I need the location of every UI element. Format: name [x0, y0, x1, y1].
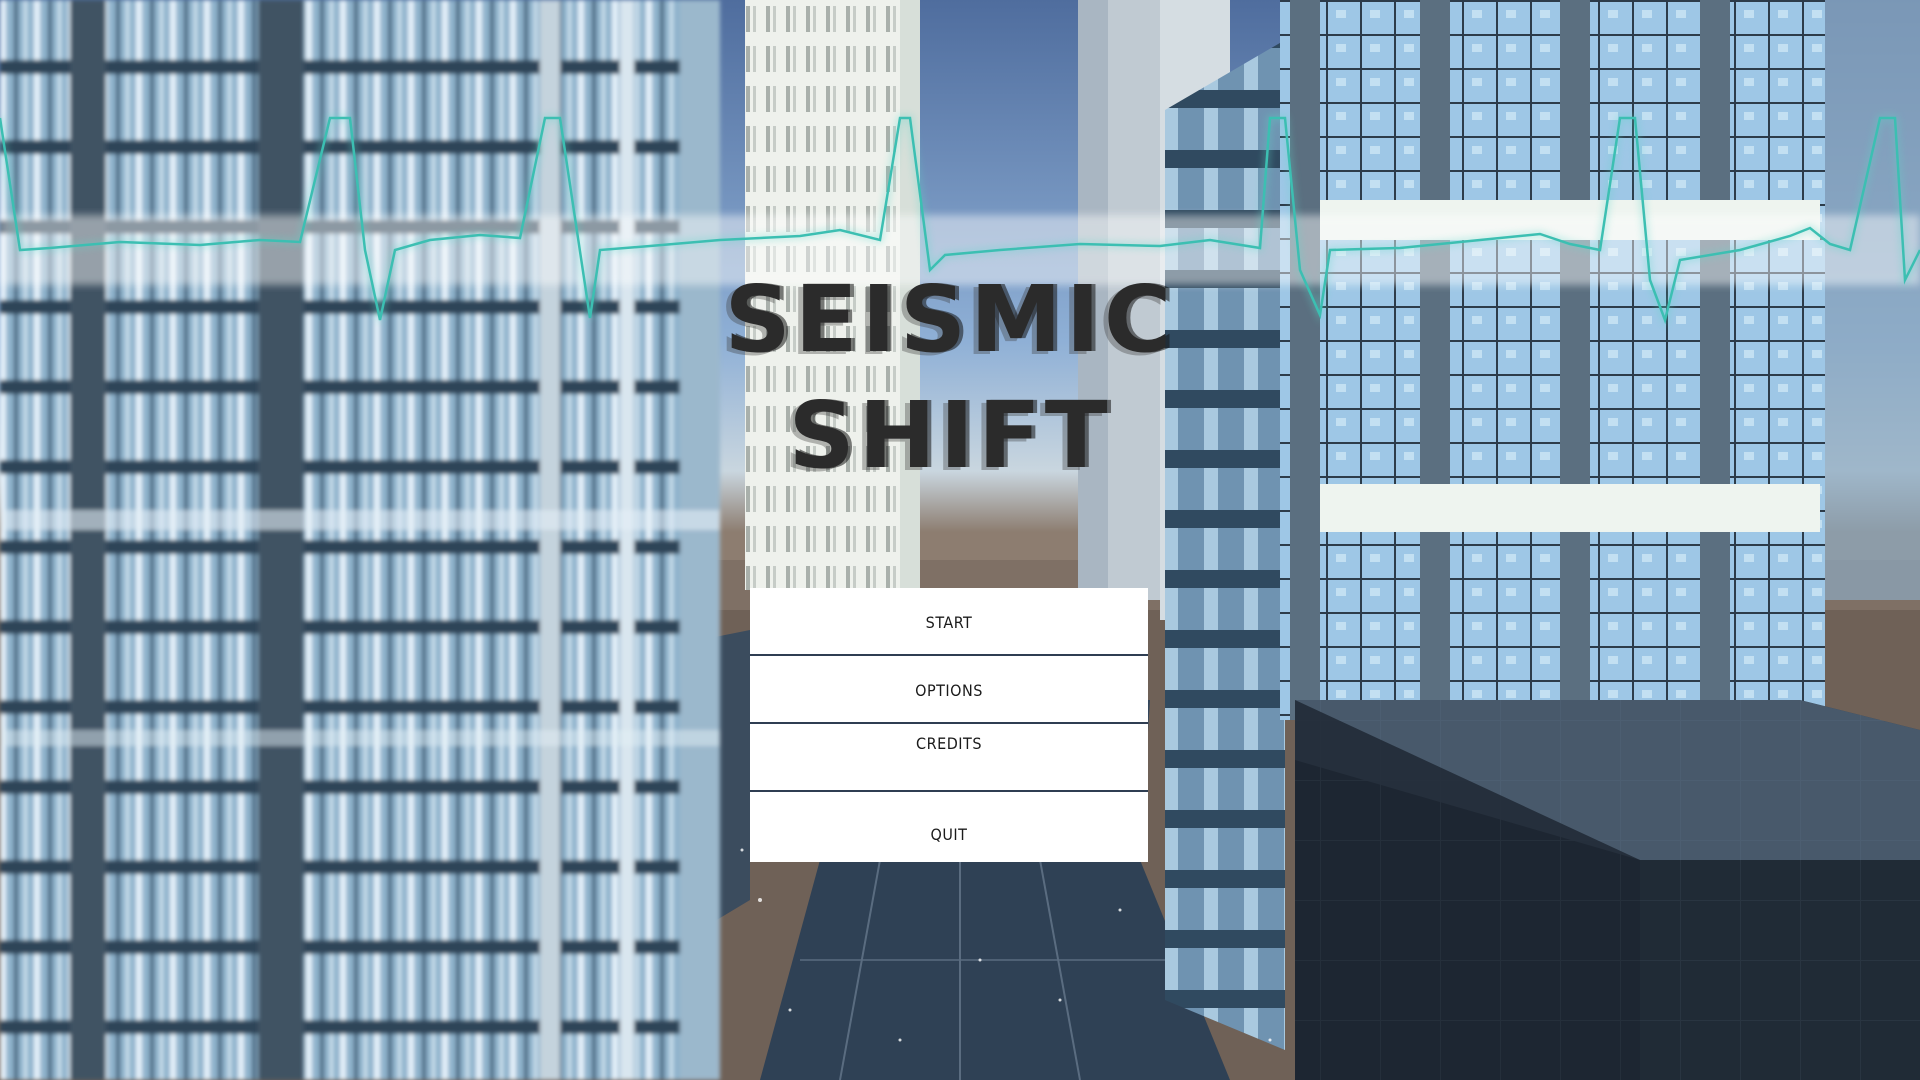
quit-button[interactable]: QUIT: [750, 792, 1148, 862]
game-title-line2: SHIFT: [788, 382, 1112, 489]
game-title: SEISMIC SHIFT: [650, 262, 1250, 494]
start-button[interactable]: START: [750, 588, 1148, 656]
game-title-line1: SEISMIC: [724, 266, 1176, 373]
options-button-label: OPTIONS: [915, 681, 983, 700]
credits-button[interactable]: CREDITS: [750, 724, 1148, 792]
city-background: [0, 0, 1920, 1080]
options-button[interactable]: OPTIONS: [750, 656, 1148, 724]
main-menu: START OPTIONS CREDITS QUIT: [750, 588, 1148, 862]
start-button-label: START: [925, 613, 973, 632]
credits-button-label: CREDITS: [916, 734, 982, 753]
quit-button-label: QUIT: [930, 825, 968, 844]
